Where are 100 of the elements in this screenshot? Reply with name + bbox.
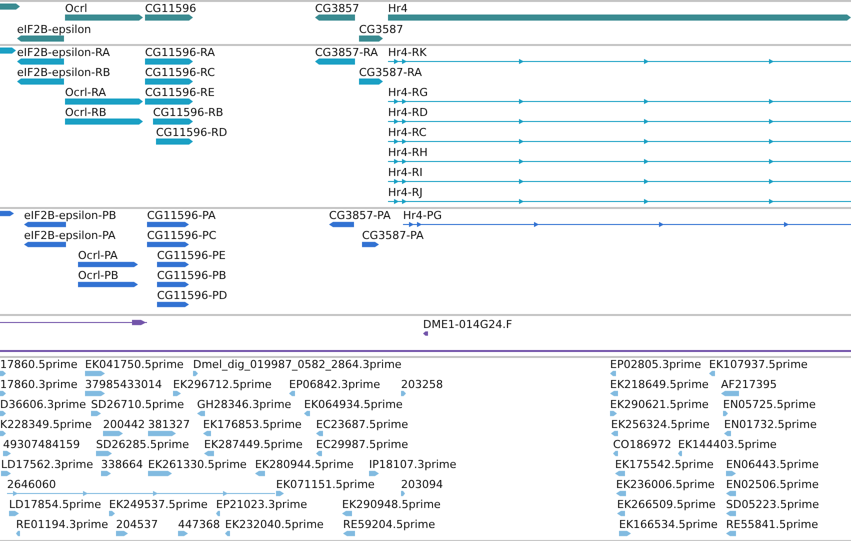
feature-glyph[interactable] xyxy=(388,58,851,65)
feature-label: CG11596-PC xyxy=(147,230,216,241)
feature-glyph[interactable] xyxy=(403,221,851,228)
feature-glyph[interactable] xyxy=(0,210,14,217)
feature-glyph[interactable] xyxy=(145,98,193,105)
feature-glyph[interactable] xyxy=(315,58,355,65)
feature-label: 200442 xyxy=(103,419,145,430)
feature-label: EK041750.5prime xyxy=(85,359,184,370)
feature-label: RE55841.5prime xyxy=(726,519,818,530)
feature-label: CG11596-PA xyxy=(147,210,216,221)
feature-label: EK296712.5prime xyxy=(173,379,272,390)
feature-glyph[interactable] xyxy=(65,98,143,105)
feature-label: EC29987.5prime xyxy=(316,439,408,450)
feature-label: eIF2B-epsilon-RB xyxy=(17,67,110,78)
feature-glyph[interactable] xyxy=(156,138,193,145)
feature-label: CG11596 xyxy=(145,3,196,14)
feature-label: EN02506.5prime xyxy=(726,479,819,490)
feature-glyph[interactable] xyxy=(78,261,138,268)
feature-label: eIF2B-epsilon-PB xyxy=(24,210,116,221)
feature-label: CG3857-RA xyxy=(315,47,378,58)
feature-glyph[interactable] xyxy=(388,138,851,145)
feature-label: EK249537.5prime xyxy=(109,499,208,510)
feature-glyph[interactable] xyxy=(78,281,138,288)
feature-glyph[interactable] xyxy=(145,58,193,65)
feature-glyph[interactable] xyxy=(388,178,851,185)
feature-label: CG3587 xyxy=(359,24,404,35)
feature-label: CG11596-PB xyxy=(157,270,226,281)
feature-label: AF217395 xyxy=(721,379,777,390)
feature-label: CG11596-PD xyxy=(157,290,228,301)
feature-glyph[interactable] xyxy=(388,198,851,205)
feature-glyph[interactable] xyxy=(17,78,64,85)
feature-glyph[interactable] xyxy=(388,98,851,105)
feature-glyph[interactable] xyxy=(388,158,851,165)
feature-label: Hr4-PG xyxy=(403,210,442,221)
feature-label: DME1-014G24.F xyxy=(423,319,512,330)
feature-label: LD17562.3prime xyxy=(1,459,94,470)
feature-label: Hr4-RJ xyxy=(388,187,423,198)
feature-label: CG11596-RB xyxy=(153,107,224,118)
feature-label: CG3857 xyxy=(315,3,360,14)
feature-glyph[interactable] xyxy=(157,261,189,268)
feature-label: EK218649.5prime xyxy=(610,379,709,390)
feature-label: eIF2B-epsilon-RA xyxy=(17,47,110,58)
feature-label: K228349.5prime xyxy=(0,419,92,430)
feature-label: EK176853.5prime xyxy=(203,419,302,430)
feature-glyph[interactable] xyxy=(0,47,16,54)
feature-glyph[interactable] xyxy=(359,35,383,42)
feature-glyph[interactable] xyxy=(315,14,355,21)
feature-label: 381327 xyxy=(148,419,190,430)
feature-glyph[interactable] xyxy=(423,330,428,337)
feature-label: 203094 xyxy=(401,479,443,490)
feature-label: EK280944.5prime xyxy=(255,459,354,470)
feature-glyph[interactable] xyxy=(147,221,189,228)
feature-label: RE59204.5prime xyxy=(343,519,436,530)
feature-glyph[interactable] xyxy=(17,58,64,65)
feature-glyph[interactable] xyxy=(145,78,193,85)
feature-label: 2646060 xyxy=(7,479,56,490)
feature-label: EK266509.5prime xyxy=(617,499,716,510)
feature-label: Hr4-RK xyxy=(388,47,427,58)
feature-label: EK166534.5prime xyxy=(619,519,718,530)
feature-label: EK256324.5prime xyxy=(611,419,710,430)
feature-label: Hr4-RC xyxy=(388,127,427,138)
feature-glyph[interactable] xyxy=(24,241,66,248)
feature-label: GH28346.3prime xyxy=(197,399,292,410)
feature-glyph[interactable] xyxy=(24,221,66,228)
feature-label: Ocrl-RA xyxy=(65,87,106,98)
feature-label: 17860.5prime xyxy=(0,359,78,370)
feature-label: 203258 xyxy=(401,379,443,390)
feature-label: Ocrl-PB xyxy=(78,270,118,281)
feature-label: EK236006.5prime xyxy=(616,479,715,490)
feature-label: SD26285.5prime xyxy=(96,439,189,450)
feature-label: 447368 xyxy=(178,519,220,530)
feature-glyph[interactable] xyxy=(17,35,64,42)
feature-glyph[interactable] xyxy=(147,241,189,248)
feature-label: EK261330.5prime xyxy=(148,459,247,470)
feature-label: 17860.3prime xyxy=(0,379,78,390)
feature-label: 204537 xyxy=(116,519,158,530)
feature-glyph[interactable] xyxy=(329,221,354,228)
feature-label: 37985433014 xyxy=(85,379,162,390)
feature-label: Dmel_dig_019987_0582_2864.3prime xyxy=(193,359,402,370)
feature-glyph[interactable] xyxy=(153,118,193,125)
feature-label: 338664 xyxy=(101,459,143,470)
feature-glyph[interactable] xyxy=(388,118,851,125)
feature-label: IP18107.3prime xyxy=(369,459,456,470)
feature-glyph[interactable] xyxy=(65,14,143,21)
feature-glyph[interactable] xyxy=(157,301,189,308)
feature-glyph[interactable] xyxy=(0,3,20,10)
feature-label: Hr4-RG xyxy=(388,87,428,98)
feature-label: EK290948.5prime xyxy=(342,499,441,510)
feature-label: Ocrl-PA xyxy=(78,250,118,261)
feature-glyph[interactable] xyxy=(359,78,383,85)
feature-label: Hr4 xyxy=(388,3,408,14)
feature-label: CG3587-RA xyxy=(359,67,422,78)
feature-glyph[interactable] xyxy=(388,14,851,21)
feature-glyph[interactable] xyxy=(65,118,143,125)
feature-glyph[interactable] xyxy=(157,281,189,288)
feature-glyph[interactable] xyxy=(362,241,379,248)
feature-label: CG3857-PA xyxy=(329,210,391,221)
feature-glyph[interactable] xyxy=(145,14,193,21)
feature-glyph[interactable] xyxy=(0,319,147,326)
feature-label: eIF2B-epsilon xyxy=(17,24,92,35)
